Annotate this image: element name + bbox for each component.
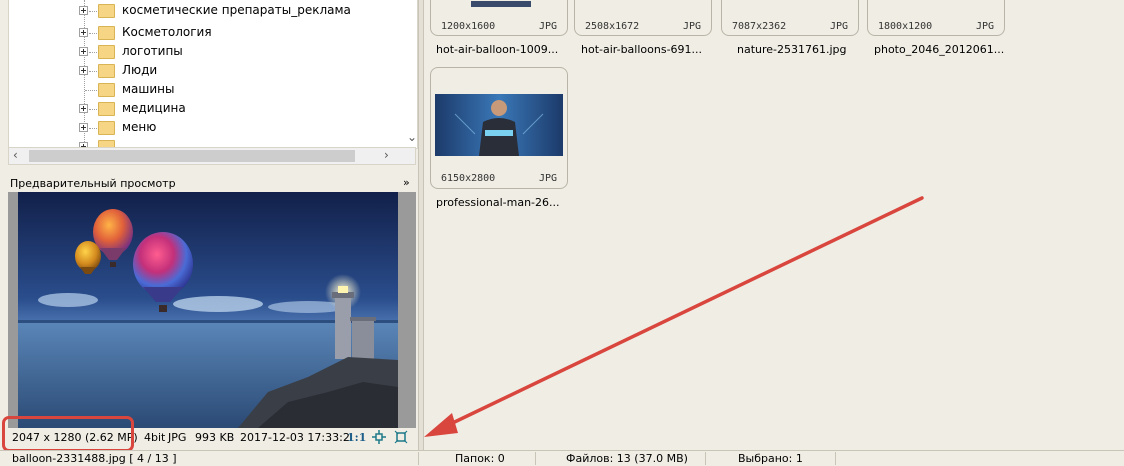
folder-icon: [98, 102, 115, 116]
dimensions-highlight-box: [2, 416, 134, 452]
folder-tree[interactable]: косметические препараты_реклама Косметол…: [8, 0, 418, 149]
horizontal-scrollbar[interactable]: ‹ ›: [8, 147, 416, 165]
thumbnail-dimensions: 2508x1672: [585, 21, 640, 32]
thumbnail-filename[interactable]: nature-2531761.jpg: [737, 43, 847, 56]
zoom-actual-size-button[interactable]: 1:1: [347, 431, 366, 444]
tree-item-label: Люди: [122, 63, 158, 77]
preview-panel-title: Предварительный просмотр: [10, 177, 176, 190]
status-selected-count: Выбрано: 1: [738, 452, 803, 465]
tree-item-logos[interactable]: логотипы: [9, 43, 409, 62]
thumbnail-grid: 1200x1600 JPG hot-air-balloon-1009... 25…: [424, 0, 1124, 450]
image-date: 2017-12-03 17:33:2: [240, 431, 350, 444]
tree-item-cars[interactable]: машины: [9, 81, 409, 100]
tree-item-label: меню: [122, 120, 157, 134]
tree-item-label: Косметология: [122, 25, 212, 39]
status-files-count: Файлов: 13 (37.0 MB): [566, 452, 688, 465]
image-filesize: 993 KB: [195, 431, 235, 444]
expand-icon[interactable]: [79, 6, 88, 15]
expand-icon[interactable]: [79, 47, 88, 56]
thumbnail-format: JPG: [539, 173, 558, 184]
image-preview: [8, 192, 416, 428]
expand-icon[interactable]: [79, 104, 88, 113]
thumbnail-dimensions: 1800x1200: [878, 21, 933, 32]
thumbnail-filename[interactable]: photo_2046_2012061...: [874, 43, 1004, 56]
collapse-chevron-icon[interactable]: »: [403, 176, 410, 189]
fullscreen-icon[interactable]: [394, 430, 408, 447]
status-bar: balloon-2331488.jpg [ 4 / 13 ] Папок: 0 …: [0, 450, 1124, 466]
tree-item-label: медицина: [122, 101, 186, 115]
expand-icon[interactable]: [79, 66, 88, 75]
left-pane: косметические препараты_реклама Косметол…: [0, 0, 418, 452]
scrollbar-thumb[interactable]: [29, 150, 355, 162]
thumbnail-dimensions: 6150x2800: [441, 173, 496, 184]
thumbnail-card[interactable]: 1800x1200 JPG: [867, 0, 1005, 36]
expand-icon[interactable]: [79, 28, 88, 37]
thumbnail-card[interactable]: 1200x1600 JPG: [430, 0, 568, 36]
thumbnail-image: [435, 94, 563, 156]
folder-icon: [98, 64, 115, 78]
thumbnail-format: JPG: [683, 21, 702, 32]
thumbnail-format: JPG: [830, 21, 849, 32]
thumbnail-dimensions: 7087x2362: [732, 21, 787, 32]
tree-item-medicine[interactable]: медицина: [9, 100, 409, 119]
scroll-down-icon[interactable]: ⌄: [407, 130, 417, 144]
tree-item-label: логотипы: [122, 44, 183, 58]
folder-icon: [98, 83, 115, 97]
folder-icon: [98, 4, 115, 18]
folder-icon: [98, 121, 115, 135]
thumbnail-filename[interactable]: hot-air-balloons-691...: [581, 43, 702, 56]
thumbnail-card[interactable]: 2508x1672 JPG: [574, 0, 712, 36]
scroll-right-icon[interactable]: ›: [384, 148, 389, 162]
thumbnail-filename[interactable]: professional-man-26...: [436, 196, 560, 209]
preview-panel-header[interactable]: Предварительный просмотр »: [8, 172, 416, 194]
image-viewer-window: косметические препараты_реклама Косметол…: [0, 0, 1124, 466]
tree-item-menu[interactable]: меню: [9, 119, 409, 138]
thumbnail-format: JPG: [539, 21, 558, 32]
tree-item-label: косметические препараты_реклама: [122, 3, 351, 17]
tree-item-cosmetics-ads[interactable]: косметические препараты_реклама: [9, 2, 409, 21]
preview-image: [18, 192, 398, 428]
image-bitdepth: 4bit: [144, 431, 166, 444]
tree-item-label: машины: [122, 82, 175, 96]
image-format: JPG: [168, 431, 187, 444]
thumbnail-card[interactable]: 6150x2800 JPG: [430, 67, 568, 189]
thumbnail-card[interactable]: 7087x2362 JPG: [721, 0, 859, 36]
folder-icon: [98, 45, 115, 59]
status-current-file: balloon-2331488.jpg [ 4 / 13 ]: [12, 452, 177, 465]
folder-icon: [98, 26, 115, 40]
tree-item-cosmetology[interactable]: Косметология: [9, 24, 409, 43]
scroll-left-icon[interactable]: ‹: [13, 148, 18, 162]
tree-item-people[interactable]: Люди: [9, 62, 409, 81]
fit-to-window-icon[interactable]: [372, 430, 386, 447]
thumbnail-filename[interactable]: hot-air-balloon-1009...: [436, 43, 558, 56]
thumbnail-format: JPG: [976, 21, 995, 32]
status-folders-count: Папок: 0: [455, 452, 505, 465]
thumbnail-image: [471, 1, 531, 7]
expand-icon[interactable]: [79, 123, 88, 132]
thumbnail-dimensions: 1200x1600: [441, 21, 496, 32]
